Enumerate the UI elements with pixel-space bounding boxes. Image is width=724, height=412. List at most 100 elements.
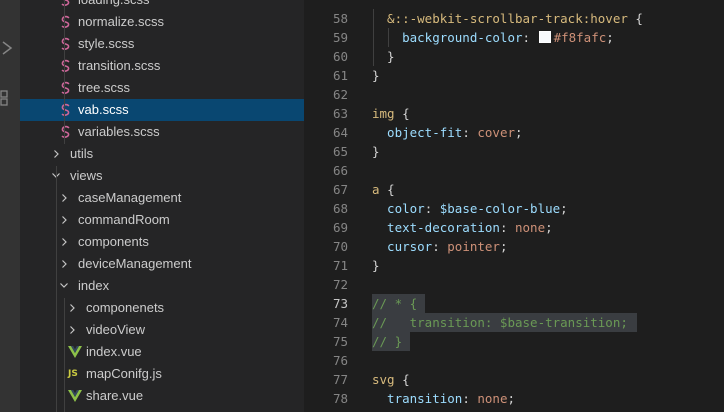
line-number: 63 <box>332 106 348 121</box>
tree-item-label: vab.scss <box>78 102 129 117</box>
tree-file[interactable]: JS mapConifg.js <box>20 363 304 385</box>
code-line[interactable]: 66 <box>304 161 724 180</box>
code-token: ; <box>507 391 516 406</box>
tree-file[interactable]: variables.scss <box>20 121 304 143</box>
sass-icon <box>60 0 72 11</box>
tree-folder[interactable]: deviceManagement <box>20 253 304 275</box>
tree-item-label: transition.scss <box>78 58 161 73</box>
code-line[interactable]: 72 <box>304 275 724 294</box>
chevron-right-icon[interactable] <box>66 319 78 341</box>
chevron-right-icon[interactable] <box>58 231 70 253</box>
code-line[interactable]: 64 object-fit: cover; <box>304 123 724 142</box>
tree-folder[interactable]: utils <box>20 143 304 165</box>
code-token: background-color <box>372 30 523 45</box>
tree-file[interactable]: vab.scss <box>20 99 304 121</box>
tree-file[interactable]: index.vue <box>20 341 304 363</box>
sass-icon <box>60 11 72 33</box>
code-line[interactable]: 74 // transition: $base-transition; <box>304 313 724 332</box>
code-line[interactable]: 59 background-color: #f8fafc; <box>304 28 724 47</box>
tree-item-label: normalize.scss <box>78 14 164 29</box>
code-line[interactable]: 65} <box>304 142 724 161</box>
code-line[interactable]: 76 <box>304 351 724 370</box>
code-token: object-fit <box>372 125 463 140</box>
tree-file[interactable]: normalize.scss <box>20 11 304 33</box>
tree-folder[interactable]: caseManagement <box>20 187 304 209</box>
code-text: } <box>372 256 380 275</box>
code-line[interactable]: 68 color: $base-color-blue; <box>304 199 724 218</box>
tree-file[interactable]: transition.scss <box>20 55 304 77</box>
chevron-right-icon[interactable] <box>58 187 70 209</box>
line-number: 77 <box>332 372 348 387</box>
code-text: // * { <box>372 294 417 313</box>
color-swatch[interactable] <box>538 31 551 43</box>
code-text: } <box>372 66 380 85</box>
tree-file[interactable]: style.scss <box>20 33 304 55</box>
line-number: 75 <box>332 334 348 349</box>
code-line[interactable]: 70 cursor: pointer; <box>304 237 724 256</box>
line-number: 71 <box>332 258 348 273</box>
code-editor[interactable]: 58 &::-webkit-scrollbar-track:hover {59 … <box>304 0 724 412</box>
chevron-right-icon[interactable] <box>58 253 70 275</box>
line-number: 68 <box>332 201 348 216</box>
code-token: transition <box>372 391 463 406</box>
code-text: cursor: pointer; <box>372 237 507 256</box>
code-line[interactable]: 73 // * { <box>304 294 724 313</box>
code-text: text-decoration: none; <box>372 218 553 237</box>
code-line[interactable]: 63 img { <box>304 104 724 123</box>
code-token: none <box>477 391 508 406</box>
tree-item-label: style.scss <box>78 36 135 51</box>
line-number: 58 <box>332 11 348 26</box>
tree-file[interactable]: share.vue <box>20 385 304 407</box>
code-line[interactable]: 77 svg { <box>304 370 724 389</box>
chevron-right-icon[interactable] <box>58 209 70 231</box>
code-token: : <box>462 125 478 140</box>
code-line[interactable]: 62 <box>304 85 724 104</box>
tree-item-label: index.vue <box>86 344 142 359</box>
code-line[interactable]: 78 transition: none; <box>304 389 724 408</box>
tree-folder[interactable]: index <box>20 275 304 297</box>
line-number: 60 <box>332 49 348 64</box>
code-line[interactable]: 58 &::-webkit-scrollbar-track:hover { <box>304 9 724 28</box>
tree-folder[interactable]: componenets <box>20 297 304 319</box>
code-line[interactable]: 71} <box>304 256 724 275</box>
tree-folder[interactable]: components <box>20 231 304 253</box>
tree-folder[interactable]: commandRoom <box>20 209 304 231</box>
chevron-right-icon[interactable] <box>50 143 62 165</box>
vue-icon <box>68 341 82 363</box>
code-text: a { <box>372 180 395 199</box>
tree-item-label: variables.scss <box>78 124 160 139</box>
tree-folder[interactable]: views <box>20 165 304 187</box>
run-debug-icon[interactable] <box>0 40 16 56</box>
code-text: } <box>372 47 395 66</box>
code-token: { <box>387 182 395 197</box>
line-number: 69 <box>332 220 348 235</box>
code-line[interactable]: 75 // } <box>304 332 724 351</box>
indent-guide <box>64 0 65 144</box>
tree-item-label: share.vue <box>86 388 144 403</box>
chevron-right-icon[interactable] <box>66 297 78 319</box>
extensions-icon[interactable] <box>0 90 16 106</box>
code-token: : <box>462 391 478 406</box>
sass-icon <box>60 99 72 121</box>
code-token: : <box>522 30 538 45</box>
chevron-down-icon[interactable] <box>58 275 70 297</box>
code-token: // } <box>372 334 403 349</box>
code-text: } <box>372 142 380 161</box>
tree-file[interactable]: tree.scss <box>20 77 304 99</box>
code-text: &::-webkit-scrollbar-track:hover { <box>372 9 643 28</box>
code-line[interactable]: 67 a { <box>304 180 724 199</box>
code-text: color: $base-color-blue; <box>372 199 568 218</box>
code-token: } <box>372 68 380 83</box>
code-line[interactable]: 69 text-decoration: none; <box>304 218 724 237</box>
tree-file[interactable]: loading.scss <box>20 0 304 11</box>
code-line[interactable]: 60 } <box>304 47 724 66</box>
indent-guide <box>64 298 65 412</box>
code-token: ; <box>545 220 553 235</box>
code-token: : <box>499 220 515 235</box>
tree-folder[interactable]: videoView <box>20 319 304 341</box>
code-token: img <box>372 106 403 121</box>
line-number: 70 <box>332 239 348 254</box>
line-number: 76 <box>332 353 348 368</box>
tree-item-label: mapConifg.js <box>86 366 162 381</box>
code-line[interactable]: 61} <box>304 66 724 85</box>
